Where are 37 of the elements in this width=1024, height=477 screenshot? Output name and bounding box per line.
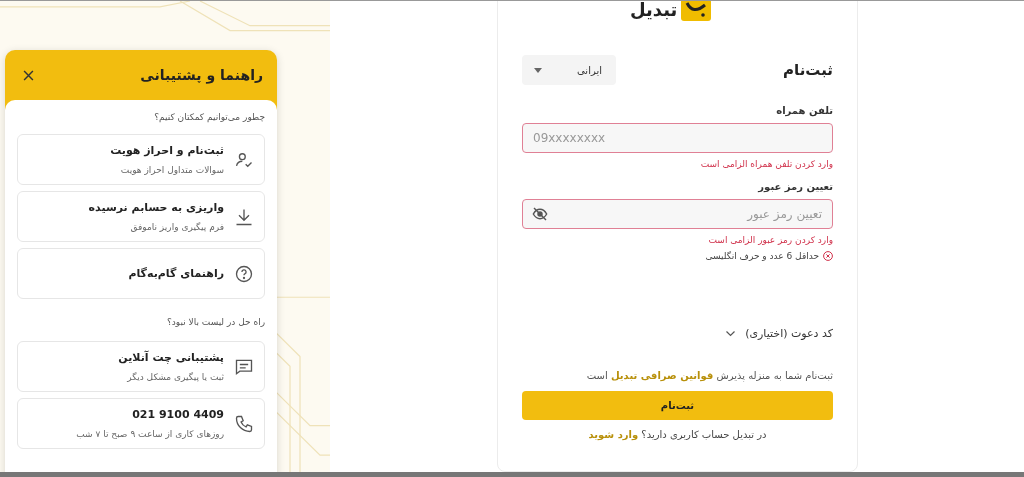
help-item-subtitle: فرم پیگیری واریز ناموفق bbox=[129, 222, 224, 232]
help-item-subtitle: ثبت یا پیگیری مشکل دیگر bbox=[126, 372, 224, 382]
field-label: تعیین رمز عبور bbox=[756, 181, 833, 192]
help-item[interactable]: ثبت‌نام و احراز هویت سوالات متداول احراز هویت bbox=[17, 134, 265, 185]
help-item[interactable]: پشتیبانی چت آنلاین ثبت یا پیگیری مشکل دیگر bbox=[17, 341, 265, 392]
help-item-title: راهنمای گام‌به‌گام bbox=[128, 267, 224, 280]
terms-text: ثبت‌نام شما به منزله پذیرش قوانین صرافی تبدیل است bbox=[585, 370, 833, 381]
help-item-subtitle: روزهای کاری از ساعت ۹ صبح تا ۷ شب bbox=[76, 429, 224, 439]
input-field[interactable]: 09xxxxxxxx bbox=[522, 123, 833, 153]
error-message: وارد کردن تلفن همراه الزامی است bbox=[699, 159, 833, 169]
eye-off-icon[interactable] bbox=[532, 207, 548, 221]
login-prompt: در تبدیل حساب کاربری دارید؟ وارد شوید bbox=[587, 429, 768, 440]
help-item-title: پشتیبانی چت آنلاین bbox=[118, 351, 224, 364]
signup-button[interactable]: ثبت‌نام bbox=[522, 391, 833, 420]
help-prompt: چطور می‌توانیم کمکتان کنیم؟ bbox=[153, 112, 265, 122]
error-message: وارد کردن رمز عبور الزامی است bbox=[707, 235, 833, 245]
help-item-title: واریزی به حسابم نرسیده bbox=[88, 201, 224, 214]
input-field[interactable]: تعیین رمز عبور bbox=[522, 199, 833, 229]
field-label: تلفن همراه bbox=[775, 105, 833, 116]
panel-title: راهنما و پشتیبانی bbox=[140, 67, 263, 83]
help-icon bbox=[234, 263, 254, 284]
invite-code-toggle[interactable]: کد دعوت (اختیاری) bbox=[726, 327, 833, 340]
logo-icon bbox=[681, 1, 712, 21]
phone-icon bbox=[234, 413, 254, 434]
help-item-subtitle: سوالات متداول احراز هویت bbox=[119, 165, 224, 175]
help-item-title: ثبت‌نام و احراز هویت bbox=[110, 144, 224, 157]
nationality-select[interactable]: ایرانی bbox=[522, 55, 616, 85]
help-item[interactable]: راهنمای گام‌به‌گام bbox=[17, 248, 265, 299]
logo-text: تبدیل bbox=[630, 1, 678, 21]
close-icon bbox=[23, 69, 34, 81]
chevron-icon bbox=[726, 330, 736, 337]
help-item-title: 021 9100 4409 bbox=[131, 408, 224, 421]
help-item[interactable]: واریزی به حسابم نرسیده فرم پیگیری واریز ناموفق bbox=[17, 191, 265, 242]
caret-icon bbox=[534, 67, 542, 73]
form-title: ثبت‌نام bbox=[783, 61, 833, 79]
help-prompt: راه حل در لیست بالا نبود؟ bbox=[166, 317, 265, 327]
password-hint: حداقل 6 عدد و حرف انگلیسی bbox=[705, 251, 819, 261]
